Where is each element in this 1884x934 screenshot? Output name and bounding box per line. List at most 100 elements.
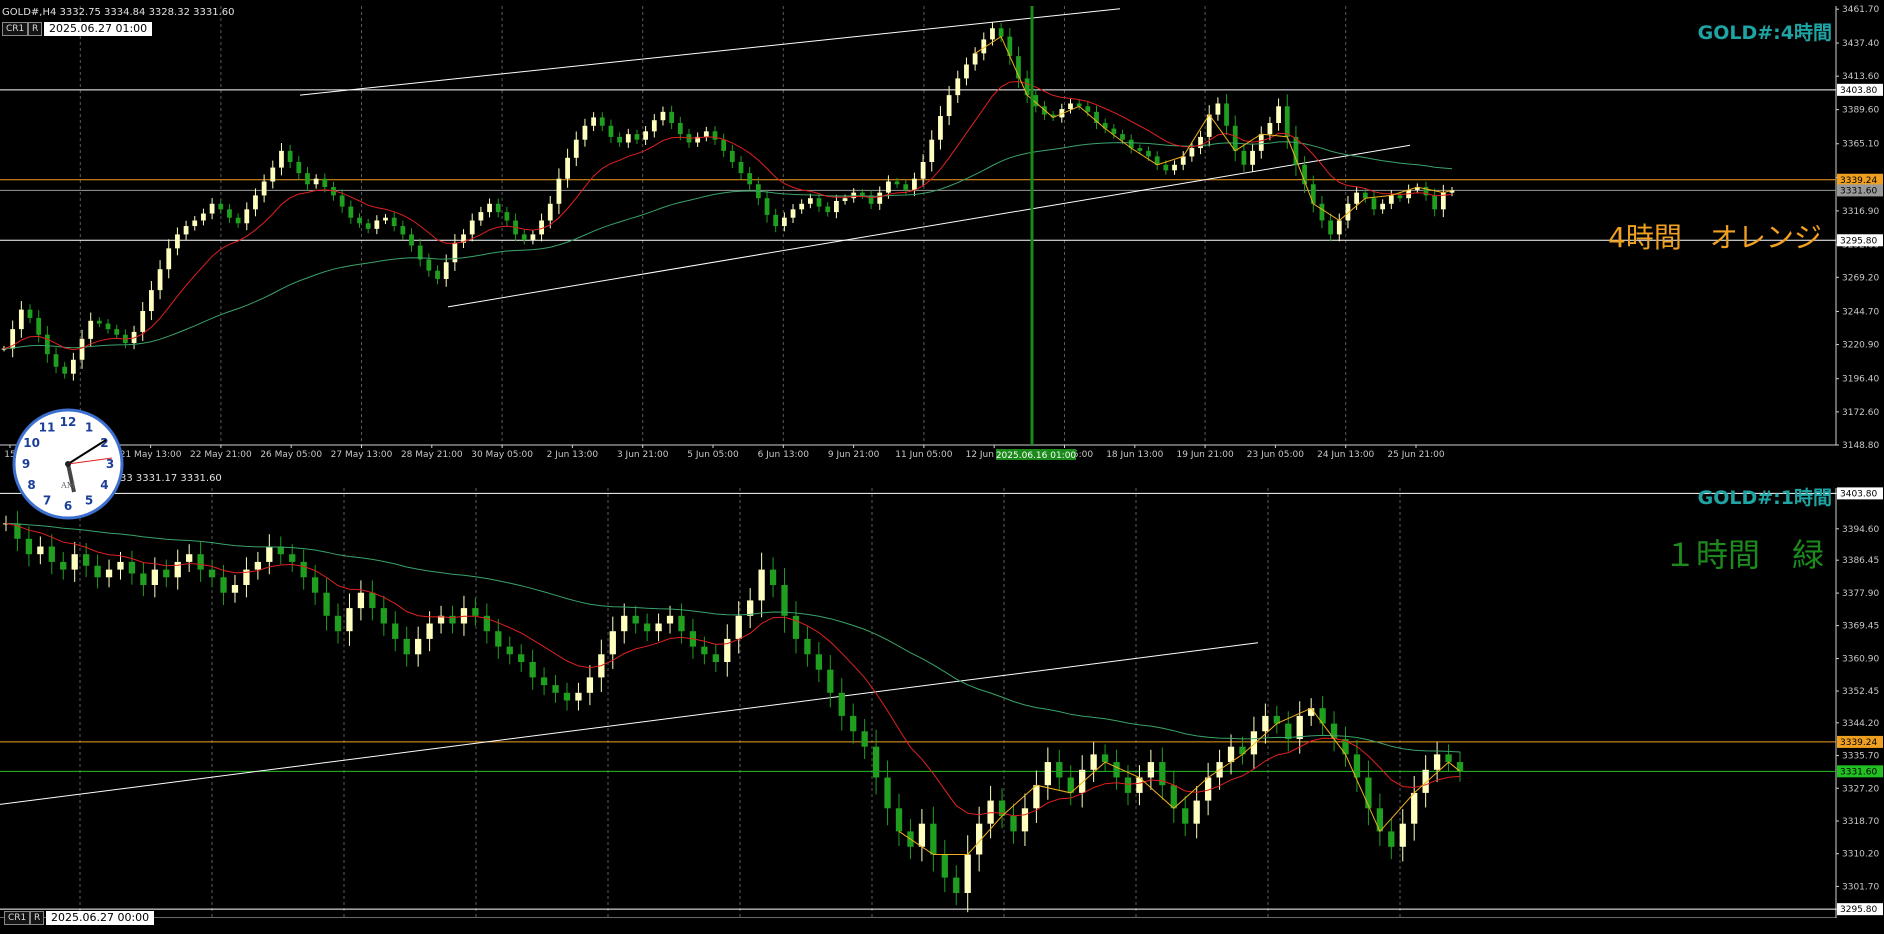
time-tick-label: 6 Jun 13:00 bbox=[758, 450, 810, 460]
price-line-label: 3331.60 bbox=[1840, 767, 1877, 777]
candle-body bbox=[25, 538, 33, 555]
candle-body bbox=[1101, 754, 1109, 763]
candle-body bbox=[174, 561, 181, 578]
time-tick-label: 25 Jun 21:00 bbox=[1387, 450, 1444, 460]
candle-body bbox=[884, 777, 891, 809]
moving-average-fast bbox=[5, 522, 1461, 817]
candle-body bbox=[392, 623, 399, 639]
candle-body bbox=[712, 654, 719, 663]
clock-center bbox=[65, 461, 71, 467]
price-tick-label: 3344.20 bbox=[1842, 719, 1879, 729]
candle-body bbox=[941, 854, 948, 878]
h4-chart-svg[interactable]: 3461.703437.403413.603389.603365.103340.… bbox=[0, 0, 1884, 460]
crosshair-date-label: 2025.06.16 01:00 bbox=[996, 451, 1077, 460]
candle-body bbox=[816, 198, 822, 207]
candle-body bbox=[729, 150, 735, 162]
candle-body bbox=[1250, 150, 1255, 165]
candle-body bbox=[346, 608, 353, 632]
candle-body bbox=[861, 731, 868, 747]
candle-body bbox=[231, 585, 239, 593]
candle-body bbox=[781, 217, 787, 227]
candle-body bbox=[1319, 203, 1325, 221]
h4-symbol-tag[interactable]: CR1 bbox=[2, 22, 29, 36]
h1-r-tag[interactable]: R bbox=[30, 911, 45, 925]
candle-body bbox=[495, 631, 502, 647]
candle-body bbox=[972, 53, 978, 65]
candle-body bbox=[1241, 150, 1247, 165]
candle-body bbox=[1258, 134, 1264, 151]
candle-body bbox=[166, 248, 172, 270]
candle-body bbox=[1310, 184, 1316, 204]
candle-body bbox=[1124, 777, 1132, 793]
candle-body bbox=[1021, 808, 1029, 832]
candle-body bbox=[1182, 808, 1189, 824]
time-tick-label: 27 May 13:00 bbox=[331, 450, 393, 460]
candle-body bbox=[833, 200, 839, 213]
candle-body bbox=[266, 546, 273, 562]
candle-body bbox=[747, 600, 754, 616]
candle-body bbox=[1068, 103, 1073, 110]
candle-body bbox=[94, 565, 101, 578]
candle-body bbox=[799, 203, 805, 210]
clock-hour-number: 10 bbox=[23, 436, 40, 450]
candle-body bbox=[842, 198, 848, 201]
price-tick-label: 3316.90 bbox=[1842, 207, 1879, 217]
candle-body bbox=[563, 692, 571, 701]
candle-body bbox=[1388, 195, 1394, 204]
price-line-label: 3295.80 bbox=[1840, 905, 1877, 915]
candle-body bbox=[886, 181, 891, 193]
candle-body bbox=[322, 178, 328, 188]
candles bbox=[1, 22, 1455, 381]
clock-am-label: AM bbox=[60, 481, 75, 490]
candle-body bbox=[270, 167, 276, 182]
h1-symbol-tag[interactable]: CR1 bbox=[4, 911, 31, 925]
candle-body bbox=[374, 220, 380, 229]
h1-date-tag: 2025.06.27 00:00 bbox=[46, 911, 155, 925]
candle-body bbox=[1365, 777, 1372, 809]
candle-body bbox=[678, 615, 685, 632]
candle-body bbox=[296, 161, 302, 174]
candle-body bbox=[738, 161, 744, 174]
candle-body bbox=[643, 623, 651, 632]
candle-body bbox=[895, 808, 903, 832]
candle-body bbox=[529, 662, 536, 678]
h1-chart-svg[interactable]: 3403.80 3394.60 3386.45 3377.90 3369.45 3360.… bbox=[0, 470, 1884, 918]
h4-chart-pane[interactable]: 3461.703437.403413.603389.603365.103340.… bbox=[0, 0, 1884, 460]
candle-body bbox=[1262, 715, 1269, 732]
candle-body bbox=[586, 677, 594, 693]
candle-body bbox=[175, 234, 180, 249]
candle-body bbox=[918, 823, 926, 847]
time-tick-label: 2 Jun 13:00 bbox=[547, 450, 599, 460]
candle-body bbox=[186, 554, 193, 562]
candle-body bbox=[380, 608, 387, 624]
pane-separator[interactable] bbox=[0, 460, 1884, 470]
candle-body bbox=[44, 334, 50, 355]
candle-body bbox=[804, 638, 811, 655]
candle-body bbox=[1445, 754, 1452, 763]
candle-body bbox=[565, 157, 570, 179]
candle-body bbox=[790, 209, 796, 218]
h4-date-tag: 2025.06.27 01:00 bbox=[44, 22, 153, 36]
candle-body bbox=[1163, 164, 1169, 171]
candle-body bbox=[860, 192, 865, 196]
candle-body bbox=[1198, 136, 1203, 149]
h4-chart-header: GOLD#,H4 3332.75 3334.84 3328.32 3331.60 bbox=[2, 7, 235, 18]
candle-body bbox=[964, 854, 971, 893]
candle-body bbox=[235, 217, 241, 224]
candle-body bbox=[573, 139, 579, 158]
candle-body bbox=[208, 569, 216, 578]
candle-body bbox=[369, 592, 376, 609]
candle-body bbox=[827, 669, 834, 693]
clock-hour-number: 9 bbox=[22, 457, 30, 471]
candle-body bbox=[920, 161, 926, 179]
price-tick-label: 3394.60 bbox=[1842, 525, 1879, 535]
candle-body bbox=[1250, 731, 1258, 755]
time-tick-label: 24 Jun 13:00 bbox=[1317, 450, 1374, 460]
h4-r-tag[interactable]: R bbox=[28, 22, 43, 36]
candle-body bbox=[18, 309, 24, 330]
candle-body bbox=[632, 615, 639, 624]
price-line-label: 3403.80 bbox=[1840, 86, 1877, 96]
candle-body bbox=[1010, 815, 1017, 832]
candle-body bbox=[930, 823, 937, 855]
h1-chart-pane[interactable]: 3403.80 3394.60 3386.45 3377.90 3369.45 3360.… bbox=[0, 470, 1884, 925]
